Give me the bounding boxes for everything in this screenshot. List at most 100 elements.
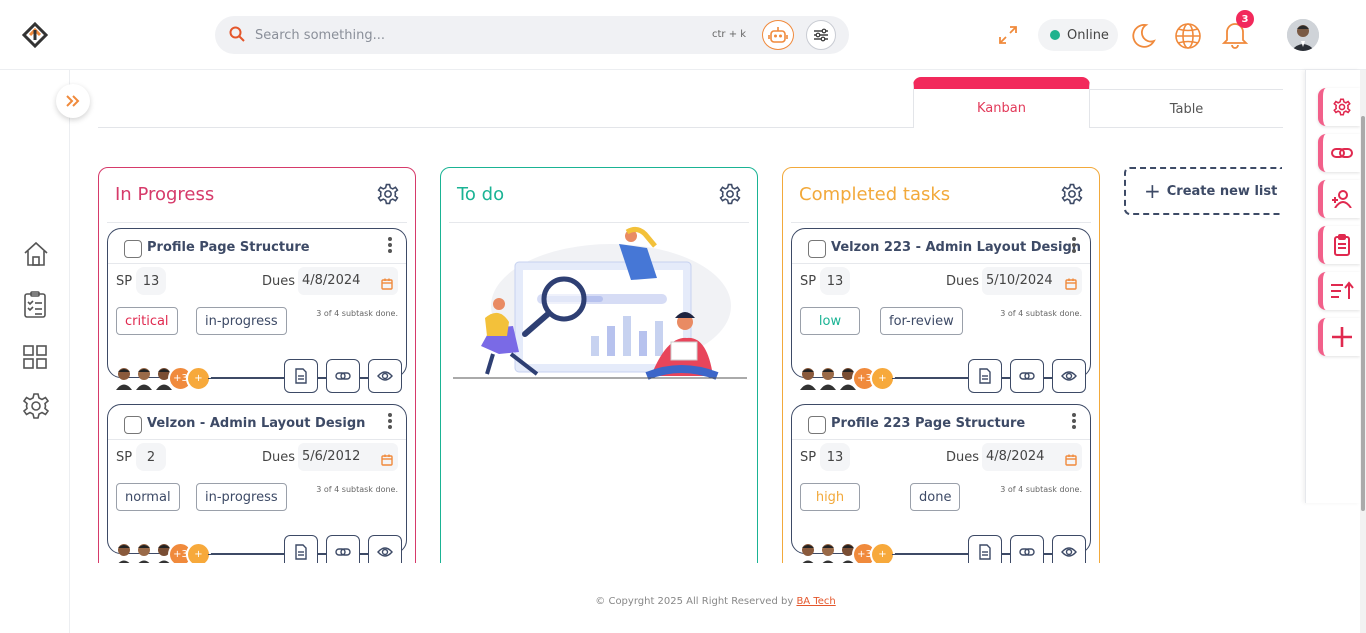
page-scrollbar[interactable]	[1360, 70, 1366, 633]
status-badge[interactable]: Online	[1038, 19, 1118, 51]
more-options-icon[interactable]	[388, 237, 392, 255]
gear-icon[interactable]	[719, 183, 741, 209]
assignee-avatars: +3 +	[114, 366, 214, 392]
add-assignee-button[interactable]: +	[186, 542, 211, 563]
divider	[449, 222, 749, 223]
add-user-panel-button[interactable]	[1318, 180, 1360, 218]
calendar-icon[interactable]	[381, 275, 393, 294]
sp-label: SP	[800, 274, 817, 289]
priority-badge[interactable]: high	[800, 483, 860, 511]
sp-value[interactable]: 13	[820, 267, 850, 295]
sp-value[interactable]: 2	[136, 443, 166, 471]
attachment-button[interactable]	[1010, 535, 1044, 563]
dues-label: Dues	[946, 450, 980, 465]
avatar[interactable]	[114, 542, 134, 563]
divider	[792, 263, 1090, 264]
avatar[interactable]	[798, 366, 818, 390]
task-card[interactable]: Profile Page Structure SP 13 Dues 4/8/20…	[107, 228, 407, 393]
user-avatar[interactable]	[1287, 19, 1319, 51]
create-list-label: Create new list	[1166, 183, 1278, 199]
fullscreen-icon[interactable]	[998, 25, 1018, 49]
add-assignee-button[interactable]: +	[870, 542, 895, 563]
document-button[interactable]	[284, 359, 318, 393]
avatar[interactable]	[134, 542, 154, 563]
document-button[interactable]	[284, 535, 318, 563]
grid-icon[interactable]	[22, 344, 48, 374]
document-button[interactable]	[968, 359, 1002, 393]
gear-icon[interactable]	[377, 183, 399, 209]
task-checkbox[interactable]	[124, 416, 142, 434]
attachment-button[interactable]	[1010, 359, 1044, 393]
checklist-icon[interactable]	[22, 291, 48, 323]
attachment-button[interactable]	[326, 359, 360, 393]
scrollbar-thumb[interactable]	[1361, 116, 1365, 511]
plus-icon: +	[1144, 179, 1161, 203]
column-in-progress: In Progress Profile Page Structure SP 13…	[98, 167, 416, 563]
gear-icon[interactable]	[1061, 183, 1083, 209]
settings-panel-button[interactable]	[1318, 88, 1360, 126]
link-panel-button[interactable]	[1318, 134, 1360, 172]
right-quick-panel	[1305, 70, 1360, 503]
tab-kanban[interactable]: Kanban	[913, 77, 1090, 128]
calendar-icon[interactable]	[381, 451, 393, 470]
left-sidebar	[0, 70, 70, 633]
eye-icon	[1061, 547, 1077, 557]
filter-icon[interactable]	[806, 20, 836, 50]
status-badge[interactable]: for-review	[880, 307, 963, 335]
subtask-progress: 3 of 4 subtask done.	[316, 485, 398, 494]
add-panel-button[interactable]	[1318, 318, 1360, 356]
moon-icon[interactable]	[1128, 22, 1156, 54]
status-badge[interactable]: in-progress	[196, 307, 287, 335]
more-options-icon[interactable]	[388, 413, 392, 431]
sp-value[interactable]: 13	[820, 443, 850, 471]
document-icon	[295, 544, 307, 560]
tab-table[interactable]: Table	[1090, 89, 1283, 128]
more-options-icon[interactable]	[1072, 413, 1076, 431]
divider	[791, 222, 1091, 223]
view-button[interactable]	[1052, 359, 1086, 393]
view-button[interactable]	[1052, 535, 1086, 563]
sp-value[interactable]: 13	[136, 267, 166, 295]
create-new-list-button[interactable]: + Create new list	[1124, 167, 1282, 215]
priority-badge[interactable]: normal	[116, 483, 180, 511]
more-options-icon[interactable]	[1072, 237, 1076, 255]
priority-badge[interactable]: critical	[116, 307, 178, 335]
avatar[interactable]	[114, 366, 134, 390]
globe-icon[interactable]	[1173, 21, 1203, 55]
company-link[interactable]: BA Tech	[796, 596, 835, 607]
calendar-icon[interactable]	[1065, 451, 1077, 470]
divider	[107, 222, 407, 223]
status-badge[interactable]: done	[910, 483, 961, 511]
attachment-button[interactable]	[326, 535, 360, 563]
avatar[interactable]	[818, 542, 838, 563]
task-card[interactable]: Profile 223 Page Structure SP 13 Dues 4/…	[791, 404, 1091, 563]
robot-icon[interactable]	[762, 20, 794, 50]
search-input[interactable]	[255, 24, 675, 46]
view-button[interactable]	[368, 535, 402, 563]
avatar[interactable]	[818, 366, 838, 390]
clipboard-panel-button[interactable]	[1318, 226, 1360, 264]
sort-panel-button[interactable]	[1318, 272, 1360, 310]
document-button[interactable]	[968, 535, 1002, 563]
task-checkbox[interactable]	[124, 240, 142, 258]
settings-icon[interactable]	[22, 392, 50, 424]
task-checkbox[interactable]	[808, 416, 826, 434]
task-card[interactable]: Velzon 223 - Admin Layout Design SP 13 D…	[791, 228, 1091, 393]
empty-state-illustration	[453, 226, 747, 380]
sidebar-toggle-button[interactable]	[56, 84, 90, 118]
subtask-progress: 3 of 4 subtask done.	[1000, 485, 1082, 494]
view-button[interactable]	[368, 359, 402, 393]
task-card[interactable]: Velzon - Admin Layout Design SP 2 Dues 5…	[107, 404, 407, 563]
search-shortcut: ctr + k	[712, 29, 747, 40]
link-icon	[335, 548, 351, 556]
status-badge[interactable]: in-progress	[196, 483, 287, 511]
app-logo[interactable]	[21, 21, 49, 49]
home-icon[interactable]	[22, 240, 50, 272]
avatar[interactable]	[134, 366, 154, 390]
task-checkbox[interactable]	[808, 240, 826, 258]
priority-badge[interactable]: low	[800, 307, 860, 335]
eye-icon	[1061, 371, 1077, 381]
avatar[interactable]	[798, 542, 818, 563]
task-title: Profile Page Structure	[147, 240, 310, 255]
calendar-icon[interactable]	[1065, 275, 1077, 294]
